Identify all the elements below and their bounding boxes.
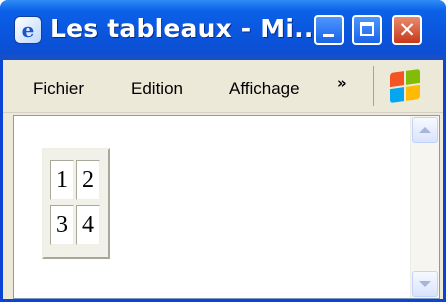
scroll-up-icon bbox=[419, 127, 431, 133]
menu-fichier[interactable]: Fichier bbox=[33, 79, 84, 99]
data-table: 1 2 3 4 bbox=[42, 148, 110, 259]
menu-bar: Fichier Edition Affichage » bbox=[3, 60, 443, 113]
menu-affichage[interactable]: Affichage bbox=[229, 79, 300, 99]
menu-overflow-chevron-icon[interactable]: » bbox=[337, 74, 347, 92]
scroll-down-icon bbox=[419, 281, 431, 287]
vertical-scrollbar[interactable] bbox=[410, 116, 439, 298]
scroll-down-button[interactable] bbox=[412, 271, 438, 297]
maximize-button[interactable] bbox=[352, 15, 382, 45]
menu-edition[interactable]: Edition bbox=[131, 79, 183, 99]
title-bar[interactable]: e Les tableaux - Mi... ✕ bbox=[0, 0, 446, 60]
window-title: Les tableaux - Mi... bbox=[50, 14, 324, 43]
table-cell: 2 bbox=[76, 160, 100, 200]
windows-logo-icon bbox=[390, 68, 420, 104]
browser-window: e Les tableaux - Mi... ✕ Fichier Edition… bbox=[0, 0, 446, 302]
menu-separator bbox=[373, 66, 374, 106]
maximize-icon bbox=[360, 22, 374, 36]
internet-explorer-icon: e bbox=[14, 16, 42, 44]
close-button[interactable]: ✕ bbox=[392, 15, 422, 45]
table-cell: 1 bbox=[50, 160, 74, 200]
scroll-up-button[interactable] bbox=[412, 117, 438, 143]
table-cell: 4 bbox=[76, 205, 100, 245]
page-content: 1 2 3 4 bbox=[13, 115, 440, 299]
minimize-icon bbox=[323, 34, 334, 37]
close-icon: ✕ bbox=[398, 17, 416, 42]
minimize-button[interactable] bbox=[314, 15, 344, 45]
table-cell: 3 bbox=[50, 205, 74, 245]
